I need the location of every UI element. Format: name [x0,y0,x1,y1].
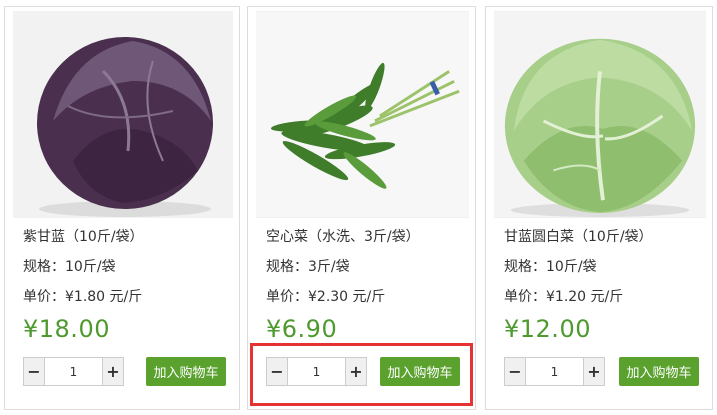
product-price: ¥18.00 [23,315,110,343]
product-spec: 规格：10斤/袋 [504,259,597,275]
increase-quantity-button[interactable]: + [583,358,604,385]
product-card: 甘蓝圆白菜（10斤/袋） 规格：10斤/袋 单价：¥1.20 元/斤 ¥12.0… [485,6,713,410]
decrease-quantity-button[interactable]: − [267,358,288,385]
product-image[interactable] [13,11,233,218]
increase-quantity-button[interactable]: + [102,358,123,385]
water-spinach-image [256,11,469,218]
product-spec: 规格：10斤/袋 [23,259,116,275]
add-to-cart-button[interactable]: 加入购物车 [619,357,699,386]
quantity-input[interactable] [45,358,102,385]
product-price: ¥12.00 [504,315,591,343]
quantity-input[interactable] [288,358,345,385]
product-unit-price: 单价：¥2.30 元/斤 [266,289,386,305]
add-to-cart-button[interactable]: 加入购物车 [380,357,460,386]
increase-quantity-button[interactable]: + [345,358,366,385]
product-card: 空心菜（水洗、3斤/袋） 规格：3斤/袋 单价：¥2.30 元/斤 ¥6.90 … [247,6,476,410]
product-image[interactable] [256,11,469,218]
red-cabbage-image [13,11,233,218]
quantity-stepper: − + [504,357,605,386]
product-price: ¥6.90 [266,315,338,343]
product-card: 紫甘蓝（10斤/袋） 规格：10斤/袋 单价：¥1.80 元/斤 ¥18.00 … [4,6,240,410]
decrease-quantity-button[interactable]: − [24,358,45,385]
product-name[interactable]: 甘蓝圆白菜（10斤/袋） [504,226,653,246]
add-to-cart-button[interactable]: 加入购物车 [146,357,226,386]
decrease-quantity-button[interactable]: − [505,358,526,385]
product-image[interactable] [494,11,706,218]
product-unit-price: 单价：¥1.80 元/斤 [23,289,143,305]
quantity-stepper: − + [266,357,367,386]
quantity-stepper: − + [23,357,124,386]
product-name[interactable]: 紫甘蓝（10斤/袋） [23,226,144,246]
quantity-input[interactable] [526,358,583,385]
product-name[interactable]: 空心菜（水洗、3斤/袋） [266,226,420,246]
product-unit-price: 单价：¥1.20 元/斤 [504,289,624,305]
green-cabbage-image [494,11,706,218]
product-spec: 规格：3斤/袋 [266,259,350,275]
